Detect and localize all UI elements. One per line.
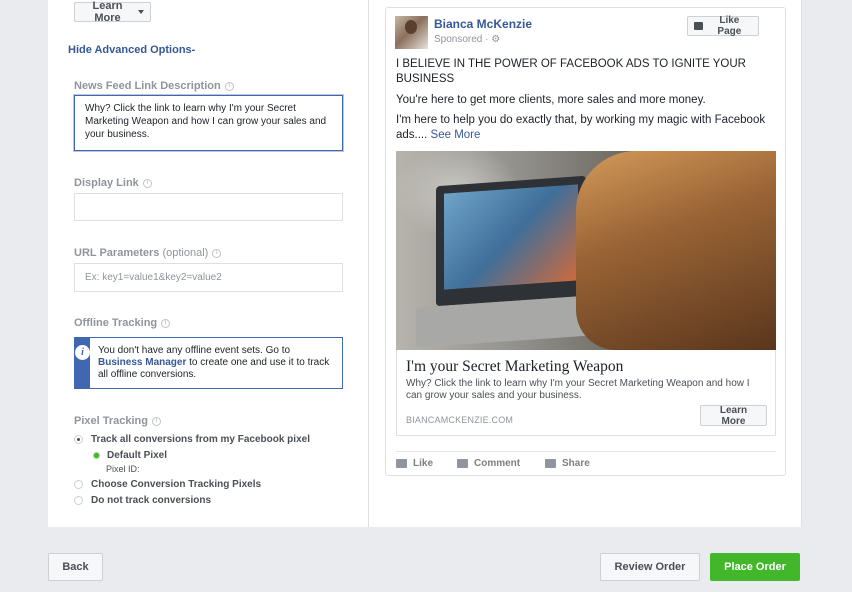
review-order-button[interactable]: Review Order xyxy=(600,553,700,581)
ad-image[interactable] xyxy=(396,151,776,350)
display-link-label-text: Display Link xyxy=(74,177,139,189)
post-headline-text: I BELIEVE IN THE POWER OF FACEBOOK ADS T… xyxy=(396,58,746,85)
news-feed-description-input[interactable]: Why? Click the link to learn why I'm you… xyxy=(74,95,343,151)
optional-tag: (optional) xyxy=(162,247,209,259)
chevron-down-icon xyxy=(138,10,144,14)
url-parameters-input[interactable]: Ex: key1=value1&key2=value2 xyxy=(74,263,343,292)
share-label: Share xyxy=(562,458,590,469)
column-divider xyxy=(368,0,369,527)
url-parameters-label-text: URL Parameters xyxy=(74,247,160,259)
thumbs-up-icon xyxy=(694,22,703,30)
news-feed-description-label: News Feed Link Description i xyxy=(74,80,234,92)
url-parameters-placeholder: Ex: key1=value1&key2=value2 xyxy=(85,272,222,283)
offline-tracking-label-text: Offline Tracking xyxy=(74,317,158,329)
share-icon xyxy=(545,459,556,468)
gear-icon: ⚙ xyxy=(491,34,501,45)
comment-action[interactable]: Comment xyxy=(457,458,520,469)
notice-text-before: You don't have any offline event sets. G… xyxy=(98,345,291,356)
status-active-icon xyxy=(93,452,100,459)
radio-button-checked[interactable] xyxy=(74,435,83,444)
offline-tracking-label: Offline Tracking i xyxy=(74,317,171,329)
offline-tracking-notice: i You don't have any offline event sets.… xyxy=(74,337,343,389)
comment-icon xyxy=(457,459,468,468)
radio-choose-pixels[interactable]: Choose Conversion Tracking Pixels xyxy=(74,479,261,490)
ad-headline: I'm your Secret Marketing Weapon xyxy=(406,358,624,375)
person-graphic xyxy=(576,151,776,350)
sponsored-label: Sponsored · ⚙ xyxy=(434,34,501,45)
info-icon[interactable]: i xyxy=(142,178,152,188)
share-action[interactable]: Share xyxy=(545,458,590,469)
learn-more-button[interactable]: Learn More xyxy=(700,405,767,427)
page-name[interactable]: Bianca McKenzie xyxy=(434,17,532,31)
notice-icon-bar: i xyxy=(75,338,90,388)
info-icon[interactable]: i xyxy=(151,416,161,426)
radio-button[interactable] xyxy=(74,496,83,505)
post-line-3: I'm here to help you do exactly that, by… xyxy=(396,113,771,143)
radio-track-all-label: Track all conversions from my Facebook p… xyxy=(91,434,310,445)
news-feed-label-text: News Feed Link Description xyxy=(74,80,221,92)
info-icon[interactable]: i xyxy=(161,318,171,328)
pixel-tracking-label: Pixel Tracking i xyxy=(74,415,161,427)
display-link-input[interactable] xyxy=(74,193,343,221)
url-parameters-label: URL Parameters (optional) i xyxy=(74,247,222,259)
ad-description: Why? Click the link to learn why I'm you… xyxy=(406,378,750,401)
radio-do-not-track[interactable]: Do not track conversions xyxy=(74,495,211,506)
see-more-link[interactable]: See More xyxy=(431,129,481,141)
news-feed-description-value: Why? Click the link to learn why I'm you… xyxy=(85,103,327,140)
like-action[interactable]: Like xyxy=(396,458,433,469)
ad-domain: BIANCAMCKENZIE.COM xyxy=(406,415,514,425)
pixel-tracking-label-text: Pixel Tracking xyxy=(74,415,148,427)
radio-none-label: Do not track conversions xyxy=(91,495,212,506)
advanced-options-column: Learn More Hide Advanced Options- News F… xyxy=(48,0,416,527)
place-order-button[interactable]: Place Order xyxy=(710,553,800,581)
cta-dropdown-label: Learn More xyxy=(92,0,123,24)
default-pixel-label: Default Pixel xyxy=(107,450,168,461)
radio-track-all-conversions[interactable]: Track all conversions from my Facebook p… xyxy=(74,434,310,445)
notice-text: You don't have any offline event sets. G… xyxy=(90,338,342,388)
info-icon[interactable]: i xyxy=(212,248,222,258)
minus-icon: - xyxy=(191,44,196,56)
business-manager-link[interactable]: Business Manager xyxy=(98,357,186,368)
default-pixel-item: Default Pixel xyxy=(93,450,167,461)
like-page-button[interactable]: Like Page xyxy=(687,15,759,37)
actions-divider xyxy=(396,451,776,452)
avatar xyxy=(395,16,428,49)
ad-link-box[interactable]: I'm your Secret Marketing Weapon Why? Cl… xyxy=(396,350,776,436)
cta-dropdown-button[interactable]: Learn More xyxy=(74,0,151,24)
thumbs-up-icon xyxy=(396,459,407,468)
info-circle-icon: i xyxy=(75,345,90,360)
sponsored-text: Sponsored xyxy=(434,34,483,45)
radio-choose-label: Choose Conversion Tracking Pixels xyxy=(91,479,262,490)
radio-button[interactable] xyxy=(74,480,83,489)
like-page-label: Like Page xyxy=(717,15,742,37)
laptop-screen-graphic xyxy=(444,184,578,290)
pixel-id-text: Pixel ID: xyxy=(106,464,140,474)
display-link-label: Display Link i xyxy=(74,177,152,189)
hide-advanced-options-link[interactable]: Hide Advanced Options- xyxy=(68,44,195,56)
info-icon[interactable]: i xyxy=(224,81,234,91)
laptop-graphic xyxy=(436,175,586,307)
comment-label: Comment xyxy=(474,458,521,469)
post-line-2: You're here to get more clients, more sa… xyxy=(396,94,706,106)
back-button[interactable]: Back xyxy=(48,553,103,581)
hide-advanced-label: Hide Advanced Options xyxy=(68,44,192,56)
like-label: Like xyxy=(413,458,434,469)
ad-preview-card: Bianca McKenzie Sponsored · ⚙ Like Page … xyxy=(385,7,786,476)
